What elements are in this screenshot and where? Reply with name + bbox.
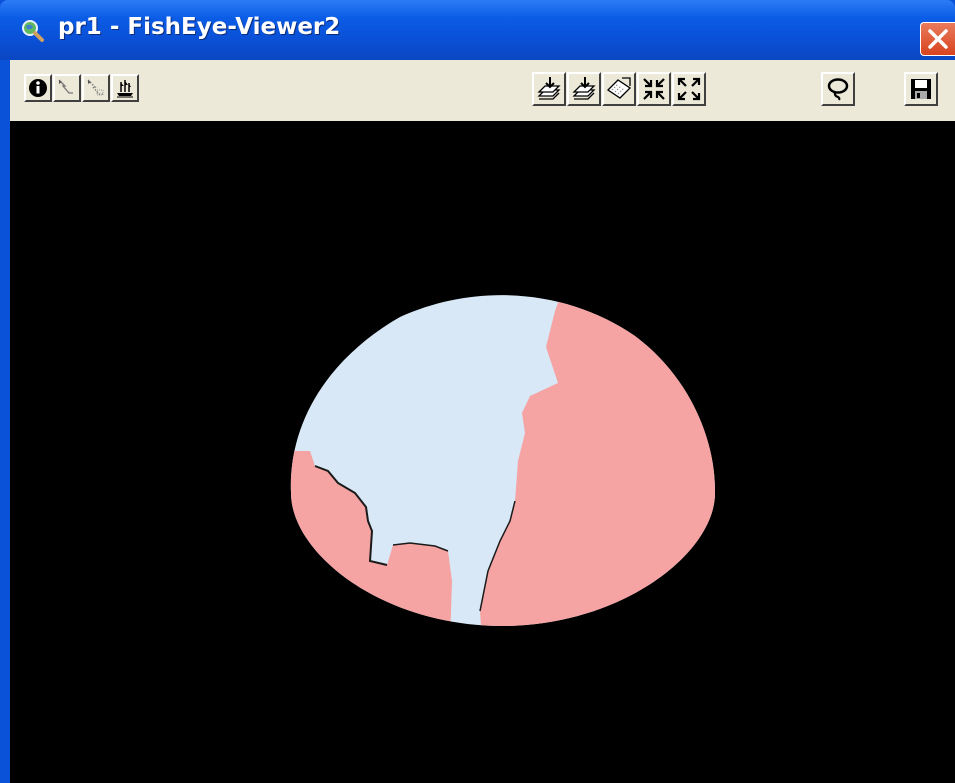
pointer-outline-icon [58,79,73,94]
ship-button[interactable] [111,74,139,102]
toolbar [10,60,955,122]
select-button[interactable] [53,74,81,102]
pattern-tile-icon [606,77,632,99]
window-title: pr1 - FishEye-Viewer2 [58,14,341,40]
zoom-in-button[interactable] [637,72,671,106]
stack-download-icon [537,77,561,100]
close-button[interactable] [920,22,955,56]
arrows-inward-icon [643,78,665,100]
magnifier-globe-icon [22,20,44,42]
pattern-button[interactable] [602,72,636,106]
fisheye-dome-view[interactable] [10,121,955,783]
import-alt-button[interactable] [567,72,601,106]
info-icon [29,79,47,97]
ship-icon [117,80,133,98]
save-button[interactable] [904,72,938,106]
stack-download-alt-icon [572,77,596,100]
window-frame-left [0,60,10,783]
import-button[interactable] [532,72,566,106]
zoom-out-button[interactable] [672,72,706,106]
fisheye-viewport[interactable] [10,121,955,783]
fisheye-viewer-window: pr1 - FishEye-Viewer2 [0,0,955,783]
close-icon [928,29,948,49]
lasso-button[interactable] [821,72,855,106]
info-button[interactable] [24,74,52,102]
pointer-dotted-icon [87,79,104,96]
floppy-disk-icon [911,79,931,99]
select-dotted-button[interactable] [82,74,110,102]
lasso-icon [827,78,849,101]
title-bar[interactable]: pr1 - FishEye-Viewer2 [0,0,955,60]
arrows-outward-icon [677,77,701,101]
